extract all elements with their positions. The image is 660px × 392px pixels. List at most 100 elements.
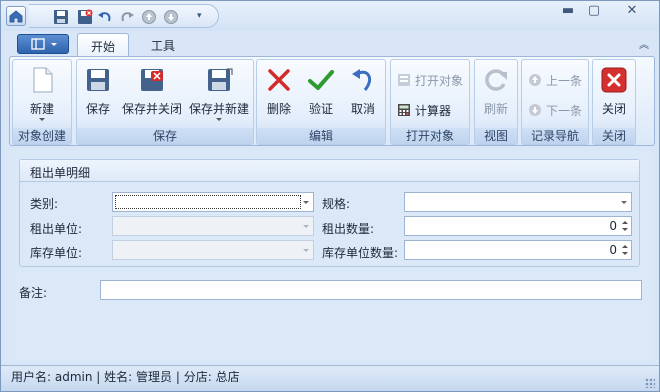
group-create: 新建 对象创建 bbox=[12, 59, 72, 145]
ribbon-panel: 新建 对象创建 保存 保存并关闭 保存并新建 保存 删除 验证 取消 编辑 打开… bbox=[9, 56, 655, 146]
group-create-label: 对象创建 bbox=[13, 128, 71, 144]
spin-up-icon[interactable] bbox=[622, 245, 628, 248]
qat-save-close-button[interactable] bbox=[77, 9, 95, 25]
qat-customize-button[interactable]: ▾ bbox=[197, 11, 215, 27]
calculator-label: 计算器 bbox=[415, 104, 452, 118]
qat-up-button[interactable] bbox=[141, 9, 159, 25]
title-bar: ▾ ▬ ▢ ✕ bbox=[1, 1, 659, 31]
close-button[interactable]: 关闭 bbox=[595, 66, 633, 126]
rent-unit-label: 租出单位: bbox=[30, 222, 83, 236]
close-icon bbox=[601, 67, 627, 93]
up-icon bbox=[529, 74, 541, 86]
new-button[interactable]: 新建 bbox=[15, 66, 69, 126]
qat-undo-button[interactable] bbox=[97, 9, 115, 25]
stock-qty-spinner[interactable]: 0 bbox=[404, 240, 632, 260]
save-button[interactable]: 保存 bbox=[81, 66, 115, 126]
app-button[interactable] bbox=[6, 6, 26, 26]
stock-unit-label: 库存单位: bbox=[30, 246, 83, 260]
rent-unit-combo[interactable] bbox=[112, 216, 314, 236]
group-edit: 删除 验证 取消 编辑 bbox=[256, 59, 386, 145]
new-button-label: 新建 bbox=[29, 102, 54, 116]
group-view-label: 视图 bbox=[475, 128, 517, 144]
close-button-label: 关闭 bbox=[601, 102, 626, 116]
form-area: 租出单明细 类别: 规格: 租出单位: 租出数量: 0 库存单位: 库存单位数量… bbox=[9, 151, 653, 361]
section-title: 租出单明细 bbox=[20, 160, 639, 182]
spec-combo[interactable] bbox=[404, 192, 632, 212]
save-close-icon bbox=[141, 69, 163, 91]
refresh-icon bbox=[485, 69, 507, 91]
rent-qty-value: 0 bbox=[609, 219, 617, 233]
save-icon bbox=[54, 10, 68, 24]
cancel-button[interactable]: 取消 bbox=[345, 66, 381, 126]
group-close: 关闭 关闭 bbox=[592, 59, 636, 145]
resize-grip[interactable] bbox=[645, 378, 655, 388]
stock-qty-label: 库存单位数量: bbox=[322, 246, 399, 260]
main-window: ▾ ▬ ▢ ✕ 开始 工具 ︽ 新建 对象创建 保存 保存并关闭 保存并新建 保… bbox=[0, 0, 660, 392]
chevron-down-icon[interactable] bbox=[303, 201, 309, 204]
delete-button-label: 删除 bbox=[266, 102, 291, 116]
tab-tools[interactable]: 工具 bbox=[137, 33, 189, 56]
collapse-ribbon-icon[interactable]: ︽ bbox=[639, 36, 649, 51]
refresh-button[interactable]: 刷新 bbox=[477, 66, 515, 126]
save-icon bbox=[87, 69, 109, 91]
spin-up-icon[interactable] bbox=[622, 221, 628, 224]
minimize-button[interactable]: ▬ bbox=[555, 3, 581, 21]
verify-icon bbox=[308, 70, 334, 90]
group-nav: 上一条 下一条 记录导航 bbox=[521, 59, 589, 145]
new-doc-icon bbox=[33, 67, 53, 93]
prev-record-button[interactable]: 上一条 bbox=[528, 72, 582, 90]
spin-down-icon[interactable] bbox=[622, 252, 628, 255]
stock-unit-combo[interactable] bbox=[112, 240, 314, 260]
group-edit-label: 编辑 bbox=[257, 128, 385, 144]
tab-home[interactable]: 开始 bbox=[77, 33, 129, 56]
chevron-down-icon[interactable] bbox=[621, 201, 627, 204]
delete-icon bbox=[268, 69, 290, 91]
group-open: 打开对象 计算器 打开对象 bbox=[390, 59, 470, 145]
spec-label: 规格: bbox=[322, 197, 351, 211]
save-new-button-label: 保存并新建 bbox=[188, 102, 249, 116]
refresh-button-label: 刷新 bbox=[483, 102, 508, 116]
status-branch: 分店: 总店 bbox=[183, 370, 240, 384]
down-icon bbox=[529, 104, 541, 116]
qat-down-button[interactable] bbox=[163, 9, 181, 25]
spin-down-icon[interactable] bbox=[622, 228, 628, 231]
category-focus-box bbox=[115, 195, 301, 209]
save-new-dropdown-icon bbox=[216, 118, 222, 121]
status-name: 姓名: 管理员 bbox=[104, 370, 173, 384]
window-close-button[interactable]: ✕ bbox=[619, 3, 645, 21]
remark-input[interactable] bbox=[100, 280, 642, 300]
ribbon-tab-row: 开始 工具 ︽ bbox=[9, 32, 657, 56]
chevron-down-icon bbox=[303, 249, 309, 252]
status-user: 用户名: admin bbox=[11, 370, 93, 384]
maximize-button[interactable]: ▢ bbox=[581, 3, 607, 21]
calculator-button[interactable]: 计算器 bbox=[397, 102, 451, 120]
prev-record-label: 上一条 bbox=[546, 74, 583, 88]
verify-button[interactable]: 验证 bbox=[303, 66, 339, 126]
next-record-button[interactable]: 下一条 bbox=[528, 102, 582, 120]
rent-qty-spinner[interactable]: 0 bbox=[404, 216, 632, 236]
stock-qty-value: 0 bbox=[609, 243, 617, 257]
category-combo[interactable] bbox=[112, 192, 314, 212]
app-menu-button[interactable] bbox=[17, 34, 69, 54]
down-icon bbox=[164, 10, 178, 24]
group-save: 保存 保存并关闭 保存并新建 保存 bbox=[76, 59, 254, 145]
status-separator: | bbox=[96, 370, 101, 384]
cancel-button-label: 取消 bbox=[350, 102, 375, 116]
qat-save-button[interactable] bbox=[53, 9, 71, 25]
rental-detail-section: 租出单明细 类别: 规格: 租出单位: 租出数量: 0 库存单位: 库存单位数量… bbox=[19, 159, 640, 267]
save-close-button[interactable]: 保存并关闭 bbox=[121, 66, 183, 126]
qat-redo-button[interactable] bbox=[119, 9, 137, 25]
category-label: 类别: bbox=[30, 197, 59, 211]
save-close-button-label: 保存并关闭 bbox=[121, 102, 182, 116]
up-icon bbox=[142, 10, 156, 24]
open-object-button[interactable]: 打开对象 bbox=[397, 72, 463, 90]
verify-button-label: 验证 bbox=[308, 102, 333, 116]
chevron-down-icon bbox=[303, 225, 309, 228]
undo-icon bbox=[98, 12, 111, 22]
delete-button[interactable]: 删除 bbox=[261, 66, 297, 126]
save-close-icon bbox=[78, 9, 93, 24]
calculator-icon bbox=[398, 104, 410, 116]
menu-icon bbox=[31, 38, 57, 50]
save-new-button[interactable]: 保存并新建 bbox=[187, 66, 251, 126]
new-dropdown-icon bbox=[39, 118, 45, 121]
